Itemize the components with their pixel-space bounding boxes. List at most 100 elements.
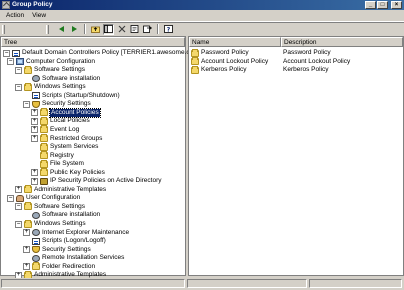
tree-expander[interactable]: − xyxy=(15,83,22,91)
tree-item[interactable]: + Event Log xyxy=(31,125,80,134)
tree-expander[interactable]: + xyxy=(23,246,30,254)
status-bar xyxy=(0,278,404,290)
tree-item-label: Account Policies xyxy=(49,107,101,118)
tree-item[interactable]: + Restricted Groups xyxy=(31,134,102,143)
tree-item[interactable]: − Software Settings xyxy=(15,202,85,211)
tree-item[interactable]: + Administrative Templates xyxy=(15,185,106,194)
list-item[interactable]: Password Policy Password Policy xyxy=(191,48,403,57)
gear-icon xyxy=(32,211,40,219)
tree-expander[interactable]: + xyxy=(31,109,38,117)
gear-icon xyxy=(32,229,40,237)
tree-expander[interactable]: − xyxy=(15,203,22,211)
tree-item-label: Software Settings xyxy=(34,66,85,74)
tree-expander[interactable]: − xyxy=(15,66,22,74)
title-bar[interactable]: Group Policy _ □ × xyxy=(0,0,404,10)
status-panel-left xyxy=(1,279,185,288)
gear-icon xyxy=(32,75,40,83)
tree-expander[interactable]: − xyxy=(15,220,22,228)
tree-expander[interactable]: + xyxy=(31,126,38,134)
properties-icon[interactable] xyxy=(129,24,140,35)
tree-item[interactable]: − Windows Settings xyxy=(15,219,86,228)
folder-icon xyxy=(40,142,48,151)
list-item[interactable]: Account Lockout Policy Account Lockout Po… xyxy=(191,57,403,66)
list-item[interactable]: Kerberos Policy Kerberos Policy xyxy=(191,65,403,74)
group-policy-window: Group Policy _ □ × Action View ? Tree − … xyxy=(0,0,404,290)
list-header-row: Name Description xyxy=(189,37,403,47)
tree-item[interactable]: File System xyxy=(31,159,84,168)
tree-expander[interactable]: + xyxy=(31,135,38,142)
tree-expander[interactable]: + xyxy=(31,117,38,125)
forward-icon[interactable] xyxy=(69,24,80,35)
show-tree-icon[interactable] xyxy=(103,23,114,35)
tree-item[interactable]: + IP Security Policies on Active Director… xyxy=(31,177,162,185)
tree-expander[interactable]: + xyxy=(23,229,30,237)
window-title: Group Policy xyxy=(12,1,53,8)
tree-item-label: File System xyxy=(50,160,84,168)
tree-pane[interactable]: Tree − Default Domain Controllers Policy … xyxy=(0,36,220,279)
tree-item[interactable]: + Account Policies xyxy=(31,107,101,118)
description-column-header[interactable]: Description xyxy=(281,37,403,47)
tree-expander[interactable]: + xyxy=(15,186,22,194)
group-policy-app-icon[interactable] xyxy=(2,1,10,9)
menubar-grip xyxy=(2,25,5,34)
tree-expander[interactable]: − xyxy=(23,100,30,108)
back-icon[interactable] xyxy=(56,24,67,35)
tree-item-label: Windows Settings xyxy=(34,220,86,227)
tree-item[interactable]: + Public Key Policies xyxy=(31,168,105,177)
tree-item[interactable]: − User Configuration xyxy=(7,194,80,202)
tree-item[interactable]: + Local Policies xyxy=(31,116,90,125)
tree-item[interactable]: Scripts (Logon/Logoff) xyxy=(23,237,106,245)
tree-item-label: Public Key Policies xyxy=(50,168,105,176)
tree-item[interactable]: − Software Settings xyxy=(15,65,85,74)
tree-item-label: User Configuration xyxy=(26,194,81,202)
tree-expander-spacer xyxy=(23,92,30,99)
delete-icon[interactable] xyxy=(116,24,127,35)
tree-item[interactable]: Remote Installation Services xyxy=(23,254,124,262)
folder-icon xyxy=(24,82,32,91)
tree-expander[interactable]: − xyxy=(7,194,14,202)
up-folder-icon[interactable] xyxy=(90,24,101,35)
gear-icon xyxy=(32,254,40,262)
minimize-button[interactable]: _ xyxy=(365,1,376,9)
name-column-header[interactable]: Name xyxy=(189,37,281,47)
tree-expander[interactable]: − xyxy=(3,49,10,57)
status-panel-right xyxy=(309,279,402,288)
list-item-description: Kerberos Policy xyxy=(283,66,329,73)
export-icon[interactable] xyxy=(142,24,153,35)
tree-expander[interactable]: + xyxy=(31,177,38,185)
tree-item[interactable]: Scripts (Startup/Shutdown) xyxy=(23,92,120,100)
help-icon[interactable]: ? xyxy=(163,24,174,35)
details-pane[interactable]: Name Description Password Policy Password… xyxy=(188,36,404,276)
policy-icon xyxy=(32,92,40,100)
menu-action[interactable]: Action xyxy=(6,12,24,19)
folder-icon xyxy=(191,65,199,74)
tree-item[interactable]: Software installation xyxy=(23,75,100,83)
tree-expander[interactable]: + xyxy=(23,263,30,271)
tree-item-label: Software installation xyxy=(42,74,101,82)
folder-icon xyxy=(40,134,48,142)
tree-item[interactable]: − Security Settings xyxy=(23,100,91,108)
tree-item[interactable]: System Services xyxy=(31,142,98,151)
list-item-description: Account Lockout Policy xyxy=(283,57,351,65)
folder-icon xyxy=(191,57,199,65)
tree-expander[interactable]: − xyxy=(7,58,14,66)
tree-item[interactable]: − Computer Configuration xyxy=(7,58,95,66)
close-button[interactable]: × xyxy=(391,1,402,9)
menu-view[interactable]: View xyxy=(32,12,46,19)
tree-item[interactable]: + Folder Redirection xyxy=(23,262,95,271)
tree-item-label: Event Log xyxy=(50,125,80,133)
folder-icon xyxy=(24,185,32,194)
maximize-button[interactable]: □ xyxy=(377,1,388,9)
lock-icon xyxy=(40,177,48,185)
tree-item-label: Remote Installation Services xyxy=(42,254,125,262)
list-item-name-cell: Account Lockout Policy xyxy=(191,57,283,66)
tree-item[interactable]: Software installation xyxy=(23,211,100,219)
tree-column-header[interactable]: Tree xyxy=(1,37,185,47)
list-item-name-cell: Kerberos Policy xyxy=(191,65,283,74)
tree-item[interactable]: − Windows Settings xyxy=(15,82,86,91)
tree-item[interactable]: + Security Settings xyxy=(23,246,91,254)
tree-expander[interactable]: + xyxy=(31,169,38,177)
tree-item[interactable]: + Internet Explorer Maintenance xyxy=(23,229,129,237)
tree-item[interactable]: Registry xyxy=(31,151,74,160)
folder-icon xyxy=(191,48,199,57)
